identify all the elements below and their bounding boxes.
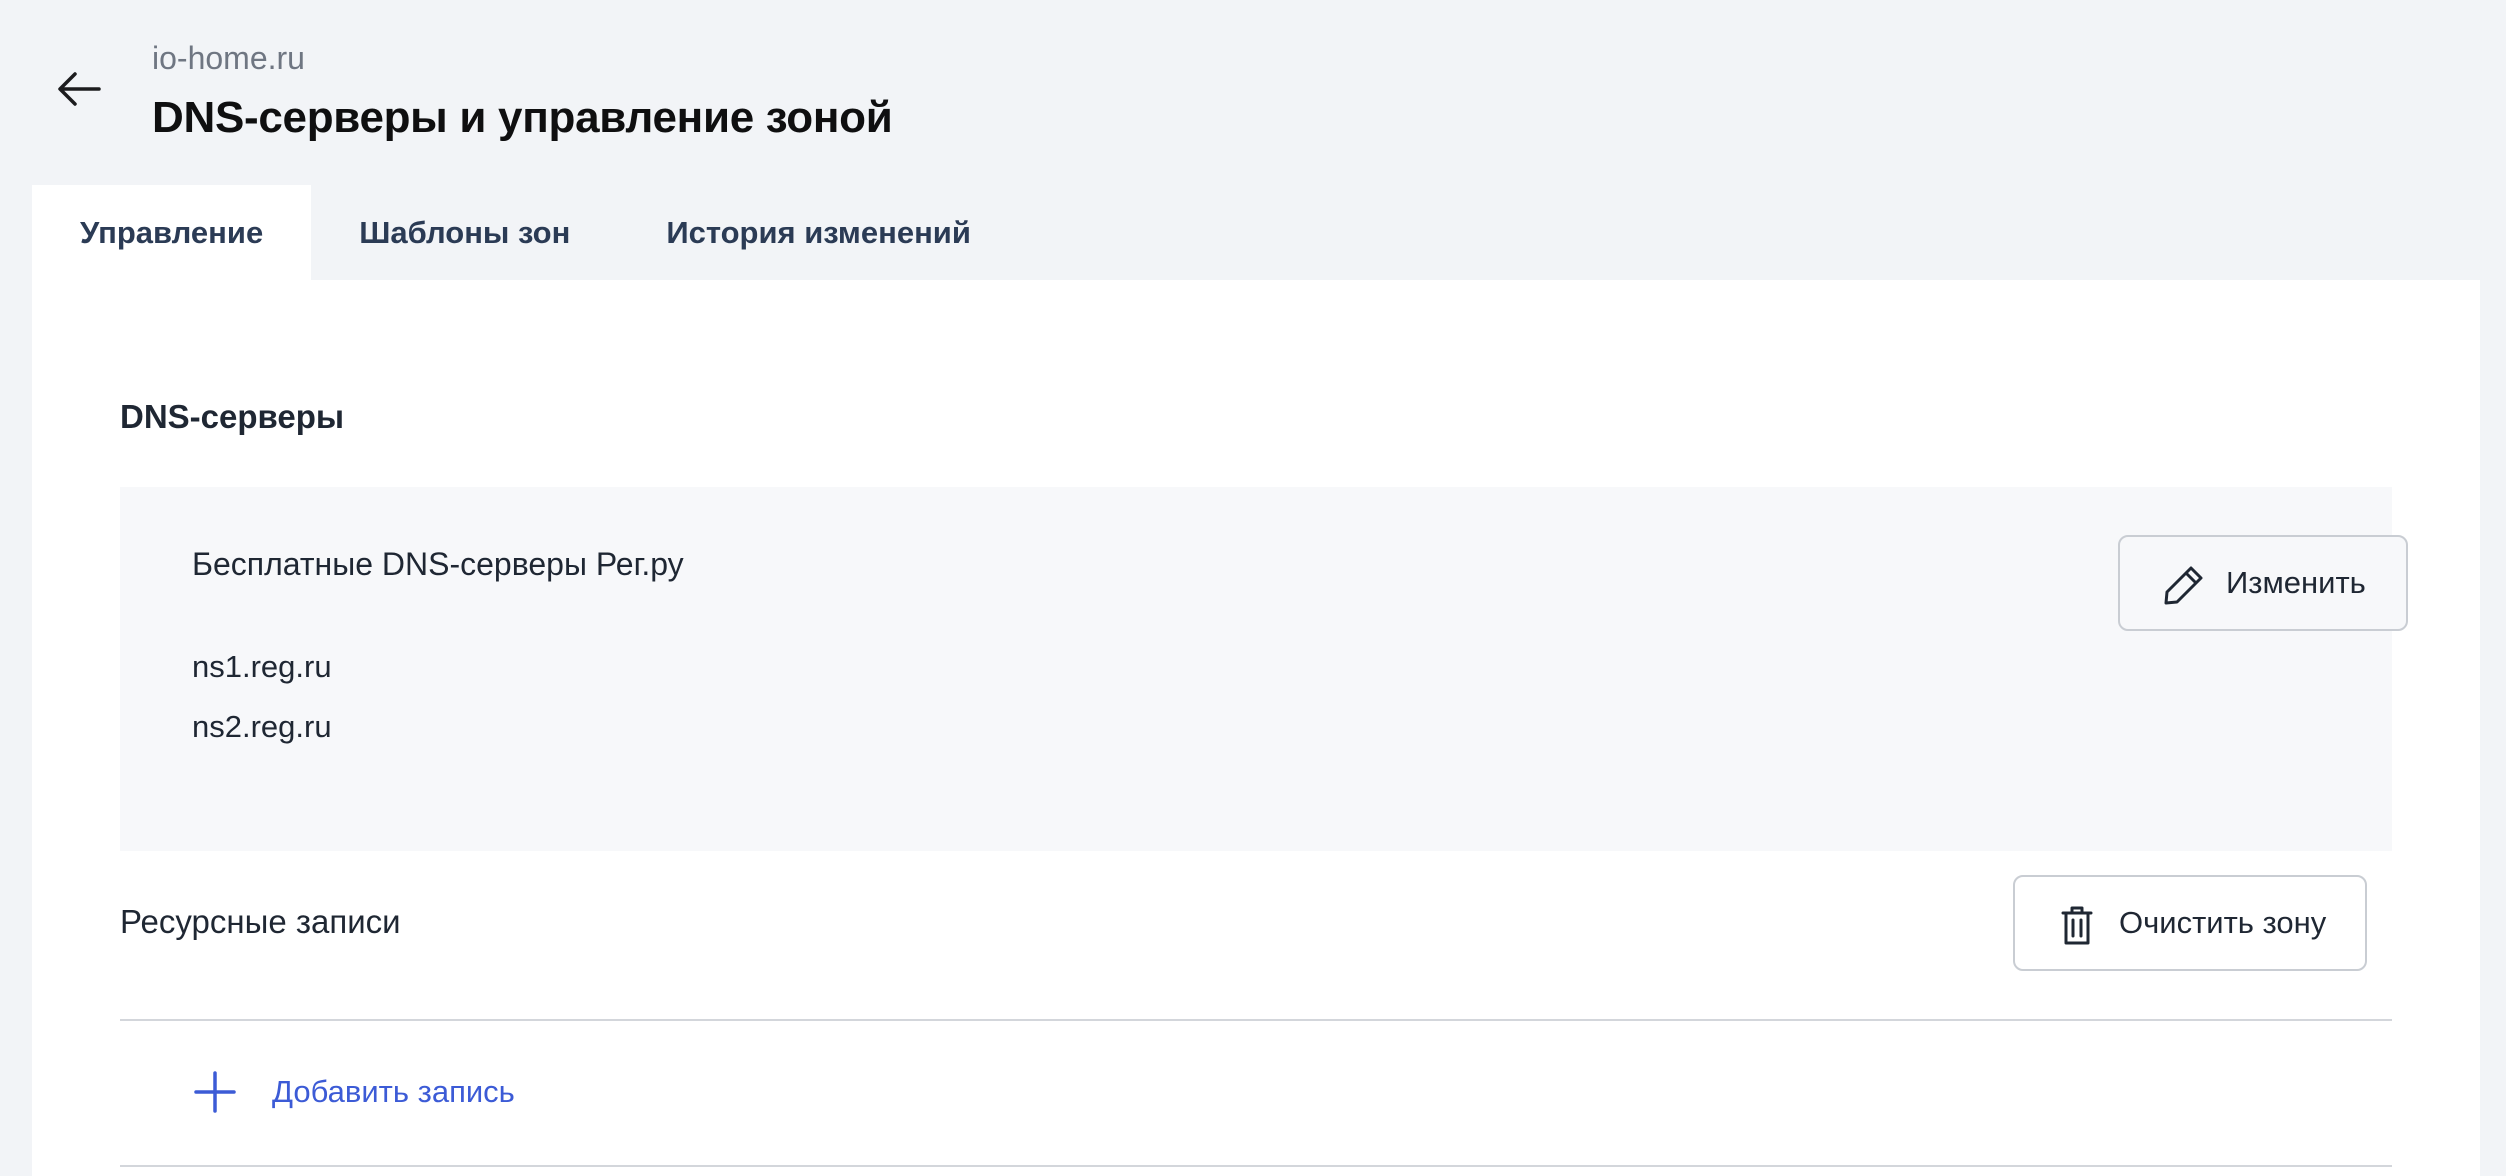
- page-header: io-home.ru DNS-серверы и управление зоно…: [0, 0, 2506, 185]
- domain-name: io-home.ru: [152, 40, 305, 76]
- tab-management[interactable]: Управление: [32, 185, 312, 280]
- clear-zone-button-label: Очистить зону: [2119, 905, 2327, 940]
- dns-servers-section-title: DNS-серверы: [120, 398, 345, 435]
- divider: [120, 1165, 2392, 1167]
- nameserver-item: ns1.reg.ru: [192, 649, 332, 684]
- resource-records-section-title: Ресурсные записи: [120, 903, 401, 940]
- dns-provider-name: Бесплатные DNS-серверы Рег.ру: [192, 546, 684, 582]
- add-record-button[interactable]: Добавить запись: [192, 1064, 515, 1120]
- add-record-label: Добавить запись: [272, 1074, 515, 1109]
- pencil-icon: [2164, 566, 2203, 605]
- nameserver-list: ns1.reg.ru ns2.reg.ru: [192, 647, 332, 767]
- back-button[interactable]: [52, 62, 106, 116]
- arrow-left-icon: [58, 72, 101, 106]
- nameserver-item: ns2.reg.ru: [192, 709, 332, 744]
- clear-zone-button[interactable]: Очистить зону: [2013, 875, 2367, 971]
- management-panel: DNS-серверы Бесплатные DNS-серверы Рег.р…: [32, 280, 2480, 1176]
- trash-icon: [2061, 906, 2093, 945]
- tab-bar: Управление Шаблоны зон История изменений: [32, 185, 1019, 280]
- tab-zone-templates[interactable]: Шаблоны зон: [311, 185, 618, 280]
- edit-dns-button[interactable]: Изменить: [2118, 535, 2408, 631]
- edit-button-label: Изменить: [2226, 565, 2366, 600]
- plus-icon: [194, 1071, 236, 1113]
- divider: [120, 1019, 2392, 1021]
- tab-change-history[interactable]: История изменений: [618, 185, 1019, 280]
- page-title: DNS-серверы и управление зоной: [152, 93, 893, 142]
- dns-servers-card: Бесплатные DNS-серверы Рег.ру ns1.reg.ru…: [120, 487, 2408, 851]
